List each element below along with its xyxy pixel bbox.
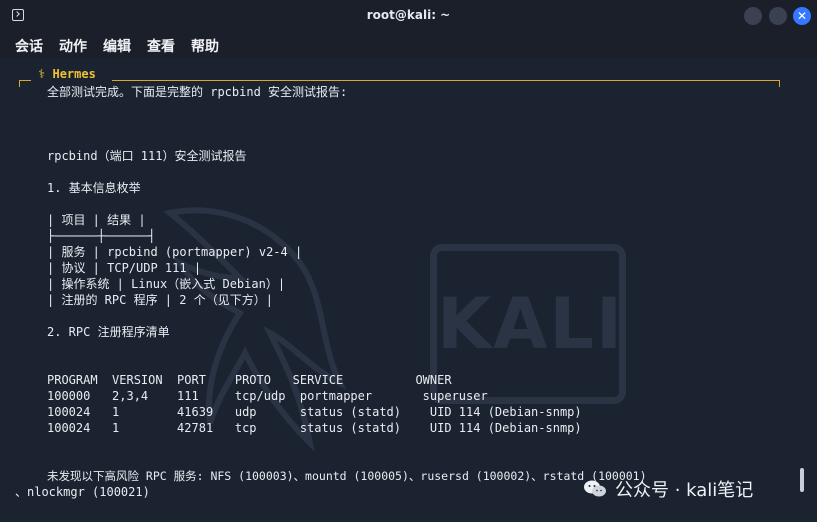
close-button[interactable]: ✕ bbox=[793, 7, 811, 25]
section-rpc-list: 2. RPC 注册程序清单 bbox=[47, 325, 170, 339]
menu-help[interactable]: 帮助 bbox=[191, 36, 219, 56]
frame-corner-left bbox=[19, 80, 20, 87]
table-row: | 操作系统 | Linux（嵌入式 Debian）| bbox=[47, 277, 286, 291]
finding-line: 未发现以下高风险 RPC 服务: NFS (100003)、mountd (10… bbox=[47, 469, 647, 483]
table-header: | 项目 | 结果 | bbox=[47, 213, 146, 227]
table-row: | 注册的 RPC 程序 | 2 个（见下方）| bbox=[47, 293, 273, 307]
report-title: rpcbind（端口 111）安全测试报告 bbox=[47, 149, 247, 163]
hermes-header: ⚕ Hermes bbox=[38, 67, 96, 81]
rpc-row: 100024 1 41639 udp status (statd) UID 11… bbox=[47, 405, 582, 419]
kali-logo-watermark: KALI bbox=[430, 244, 626, 404]
wechat-icon bbox=[584, 480, 606, 497]
frame-top-left bbox=[19, 80, 31, 81]
wechat-label: 公众号 · kali笔记 bbox=[615, 480, 754, 501]
frame-top-right bbox=[112, 80, 779, 81]
scrollbar-thumb[interactable] bbox=[800, 468, 804, 492]
intro-line: 全部测试完成。下面是完整的 rpcbind 安全测试报告: bbox=[47, 85, 348, 99]
maximize-button[interactable] bbox=[769, 7, 787, 25]
menu-bar: 会话 动作 编辑 查看 帮助 bbox=[0, 32, 817, 58]
menu-view[interactable]: 查看 bbox=[147, 36, 175, 56]
menu-actions[interactable]: 动作 bbox=[59, 36, 87, 56]
window-title: root@kali: ~ bbox=[366, 8, 451, 22]
rpc-row: 100000 2,3,4 111 tcp/udp portmapper supe… bbox=[47, 389, 488, 403]
menu-session[interactable]: 会话 bbox=[15, 36, 43, 56]
agent-name: Hermes bbox=[52, 67, 96, 81]
rpc-row: 100024 1 42781 tcp status (statd) UID 11… bbox=[47, 421, 582, 435]
caduceus-icon: ⚕ bbox=[38, 67, 46, 81]
section-basic-info: 1. 基本信息枚举 bbox=[47, 181, 141, 195]
wechat-watermark: 公众号 · kali笔记 bbox=[583, 476, 753, 502]
title-bar: root@kali: ~ ✕ bbox=[0, 0, 817, 32]
finding-line-continued: 、nlockmgr (100021) bbox=[15, 485, 150, 499]
minimize-button[interactable] bbox=[744, 7, 762, 25]
menu-edit[interactable]: 编辑 bbox=[103, 36, 131, 56]
frame-corner-right bbox=[779, 80, 780, 87]
rpc-table-header: PROGRAM VERSION PORT PROTO SERVICE OWNER bbox=[47, 373, 452, 387]
table-row: | 协议 | TCP/UDP 111 | bbox=[47, 261, 202, 275]
table-rule: ├──────┼──────┤ bbox=[47, 229, 156, 243]
table-row: | 服务 | rpcbind (portmapper) v2-4 | bbox=[47, 245, 303, 259]
